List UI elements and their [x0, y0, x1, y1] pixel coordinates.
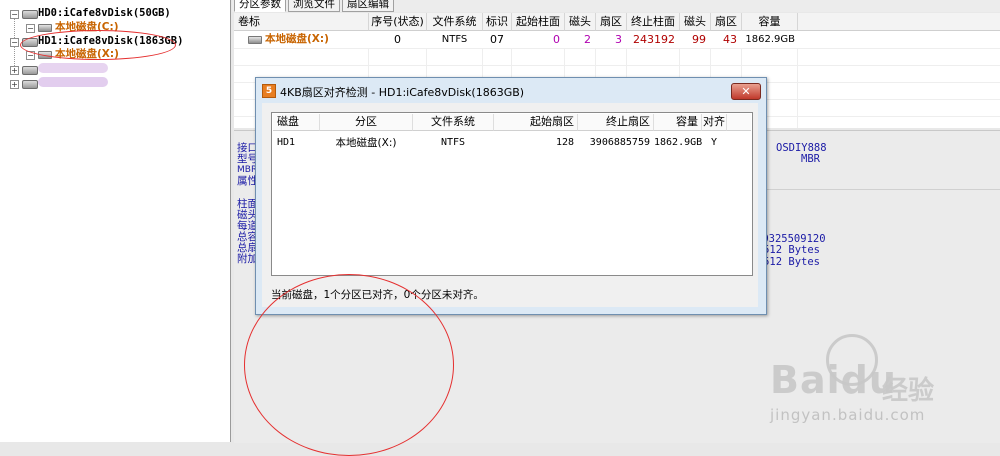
cell-fs: NTFS — [441, 34, 468, 45]
expand-toggle[interactable]: − — [26, 24, 35, 33]
cell-start-cylinder: 0 — [553, 33, 560, 46]
tab-partition-params[interactable]: 分区参数 — [234, 0, 286, 12]
disk-icon — [22, 10, 38, 19]
baidu-watermark: Baidu 经验 jingyan.baidu.com — [770, 328, 1000, 438]
cell-capacity: 1862.9GB — [654, 137, 703, 148]
cell-aligned: Y — [710, 137, 718, 148]
cell-label: 本地磁盘(X:) — [265, 33, 329, 45]
dialog-title: 4KB扇区对齐检测 - HD1:iCafe8vDisk(1863GB) — [280, 86, 525, 99]
cell-partition: 本地磁盘(X:) — [335, 137, 397, 149]
disk-icon — [22, 80, 38, 89]
column-header[interactable]: 卷标 — [234, 13, 369, 31]
column-header[interactable]: 扇区 — [711, 13, 742, 31]
column-header[interactable]: 容量 — [742, 13, 798, 31]
column-header[interactable]: 扇区 — [596, 13, 627, 31]
column-header[interactable]: 终止扇区 — [578, 114, 654, 131]
cell-end-cylinder: 243192 — [633, 33, 675, 46]
partition-icon — [38, 24, 52, 32]
tree-disk-blurred[interactable] — [38, 63, 108, 73]
annotation-circle — [244, 274, 454, 456]
cell-filesystem: NTFS — [440, 137, 466, 148]
expand-toggle[interactable]: + — [10, 80, 19, 89]
close-button[interactable]: ✕ — [731, 83, 761, 100]
cell-disk: HD1 — [277, 137, 296, 148]
app-icon: 5 — [262, 84, 276, 98]
column-header[interactable]: 序号(状态) — [369, 13, 427, 31]
expand-toggle[interactable]: + — [10, 66, 19, 75]
alignment-list: 磁盘 分区 文件系统 起始扇区 终止扇区 容量 对齐 HD1 本地磁盘(X:) … — [271, 112, 753, 276]
cell-end-head: 99 — [692, 33, 706, 46]
dialog-titlebar[interactable]: 5 4KB扇区对齐检测 - HD1:iCafe8vDisk(1863GB) ✕ — [256, 78, 766, 103]
disk-icon — [22, 66, 38, 75]
watermark-url: jingyan.baidu.com — [770, 406, 926, 424]
cell-start-sector: 128 — [555, 137, 574, 148]
watermark-cn: 经验 — [882, 376, 935, 406]
annotation-circle — [20, 30, 176, 60]
watermark-brand: Baidu — [770, 358, 897, 402]
column-header[interactable]: 起始柱面 — [512, 13, 565, 31]
expand-toggle[interactable]: − — [10, 10, 19, 19]
cell-capacity: 1862.9GB — [745, 34, 795, 45]
tree-disk-hd0[interactable]: HD0:iCafe8vDisk(50GB) — [38, 6, 171, 20]
tab-sector-edit[interactable]: 扇区编辑 — [342, 0, 394, 12]
cell-start-head: 2 — [584, 33, 591, 46]
column-header[interactable]: 磁盘 — [273, 114, 320, 131]
cell-end-sector: 43 — [723, 33, 737, 46]
column-header[interactable]: 磁头 — [680, 13, 711, 31]
column-header[interactable]: 磁头 — [565, 13, 596, 31]
cell-start-sector: 3 — [615, 33, 622, 46]
tree-disk-blurred[interactable] — [38, 77, 108, 87]
disk-tree: − HD0:iCafe8vDisk(50GB) − 本地磁盘(C:) − HD1… — [0, 0, 231, 442]
column-header[interactable]: 文件系统 — [427, 13, 483, 31]
tab-bar: 分区参数 浏览文件 扇区编辑 — [232, 0, 1000, 12]
info-value: MBR — [801, 153, 820, 165]
cell-end-sector: 3906885759 — [589, 137, 650, 148]
cell-index: 0 — [394, 33, 401, 46]
cell-id: 07 — [490, 33, 504, 46]
partition-icon — [248, 36, 262, 44]
column-header[interactable]: 容量 — [654, 114, 702, 131]
column-header[interactable]: 文件系统 — [413, 114, 494, 131]
expand-toggle[interactable]: − — [10, 38, 19, 47]
column-header[interactable]: 分区 — [320, 114, 413, 131]
column-header[interactable]: 标识 — [483, 13, 512, 31]
column-header[interactable]: 起始扇区 — [494, 114, 578, 131]
column-header[interactable]: 对齐 — [702, 114, 727, 131]
column-header[interactable]: 终止柱面 — [627, 13, 680, 31]
tab-browse-files[interactable]: 浏览文件 — [288, 0, 340, 12]
